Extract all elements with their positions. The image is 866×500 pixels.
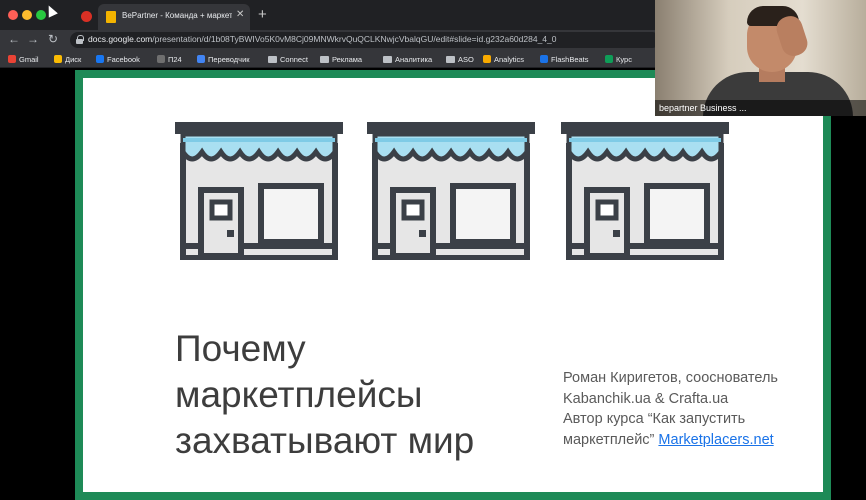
course-icon [605, 55, 613, 63]
author-block: Роман Киригетов, сооснователь Kabanchik.… [563, 368, 813, 450]
slides-icon [106, 11, 116, 23]
bookmark-label: Gmail [19, 54, 39, 64]
bookmark-item[interactable]: Analytics [483, 54, 524, 64]
bookmark-label: Аналитика [395, 54, 433, 64]
bookmark-label: FlashBeats [551, 54, 589, 64]
window-close-button[interactable] [8, 10, 18, 20]
window-zoom-button[interactable] [36, 10, 46, 20]
flashbeats-icon [540, 55, 548, 63]
author-line-prefix: маркетплейс” [563, 431, 659, 448]
forward-arrow-icon[interactable]: → [27, 32, 39, 46]
url-text: docs.google.com/presentation/d/1b08TyBWI… [88, 34, 556, 44]
bookmark-label: Диск [65, 54, 82, 64]
p24-icon [157, 55, 165, 63]
url-host: docs.google.com [88, 34, 153, 44]
bookmark-label: Analytics [494, 54, 525, 64]
bookmark-item[interactable]: Gmail [8, 54, 39, 64]
folder-icon [383, 55, 392, 63]
bookmark-item[interactable]: Реклама [320, 54, 362, 64]
address-bar[interactable]: docs.google.com/presentation/d/1b08TyBWI… [70, 32, 660, 48]
bookmark-item[interactable]: Курс [605, 54, 632, 64]
bookmark-item[interactable]: ASO [446, 54, 474, 64]
back-arrow-icon[interactable]: ← [8, 32, 20, 46]
bookmark-label: Реклама [332, 54, 363, 64]
folder-icon [320, 55, 329, 63]
url-path: /presentation/d/1b08TyBWIVo5K0vM8Cj09MNW… [152, 34, 557, 44]
reload-icon[interactable]: ↻ [48, 32, 58, 46]
bookmark-label: Курс [616, 54, 632, 64]
window-minimize-button[interactable] [22, 10, 32, 20]
bookmark-label: Connect [280, 54, 308, 64]
storefront-icon [175, 120, 343, 260]
author-line: Роман Киригетов, сооснователь [563, 370, 778, 386]
bookmark-label: Facebook [107, 54, 140, 64]
bookmark-item[interactable]: Connect [268, 54, 308, 64]
title-line: захватывают мир [175, 420, 475, 461]
bookmark-label: ASO [458, 54, 474, 64]
bookmark-item[interactable]: FlashBeats [540, 54, 589, 64]
slide: Почему маркетплейсы захватывают мир Рома… [83, 78, 823, 492]
slide-title: Почему маркетплейсы захватывают мир [175, 326, 535, 464]
gmail-icon [8, 55, 16, 63]
recording-tab-icon[interactable] [81, 11, 92, 22]
storefront-icon [367, 120, 535, 260]
bookmark-label: П24 [168, 54, 182, 64]
drive-icon [54, 55, 62, 63]
bookmark-item[interactable]: П24 [157, 54, 182, 64]
webcam-tile[interactable]: bepartner Business ... [655, 0, 866, 116]
title-line: Почему [175, 328, 306, 369]
bookmark-item[interactable]: Диск [54, 54, 81, 64]
bookmark-item[interactable]: Facebook [96, 54, 140, 64]
author-line: Автор курса “Как запустить [563, 411, 746, 427]
facebook-icon [96, 55, 104, 63]
author-line: маркетплейс” Marketplacers.net [563, 430, 813, 451]
folder-icon [268, 55, 277, 63]
bookmark-item[interactable]: Переводчик [197, 54, 250, 64]
tab-slides[interactable]: BePartner - Команда + маркетп... ✕ [98, 4, 250, 30]
analytics-icon [483, 55, 491, 63]
screen: BePartner - Команда + маркетп... ✕ + ← →… [0, 0, 866, 500]
tab-title: BePartner - Команда + маркетп... [122, 11, 232, 20]
new-tab-button[interactable]: + [258, 6, 267, 23]
translate-icon [197, 55, 205, 63]
storefront-icon [561, 120, 729, 260]
tab-close-icon[interactable]: ✕ [236, 9, 244, 20]
marketplacers-link[interactable]: Marketplacers.net [658, 432, 773, 448]
bookmark-label: Переводчик [208, 54, 250, 64]
lock-icon [76, 35, 84, 44]
webcam-participant-name: bepartner Business ... [655, 100, 866, 116]
mouse-cursor-icon [44, 3, 58, 18]
bookmark-item[interactable]: Аналитика [383, 54, 432, 64]
folder-icon [446, 55, 455, 63]
author-line: Kabanchik.ua & Crafta.ua [563, 390, 729, 407]
title-line: маркетплейсы [175, 374, 423, 415]
